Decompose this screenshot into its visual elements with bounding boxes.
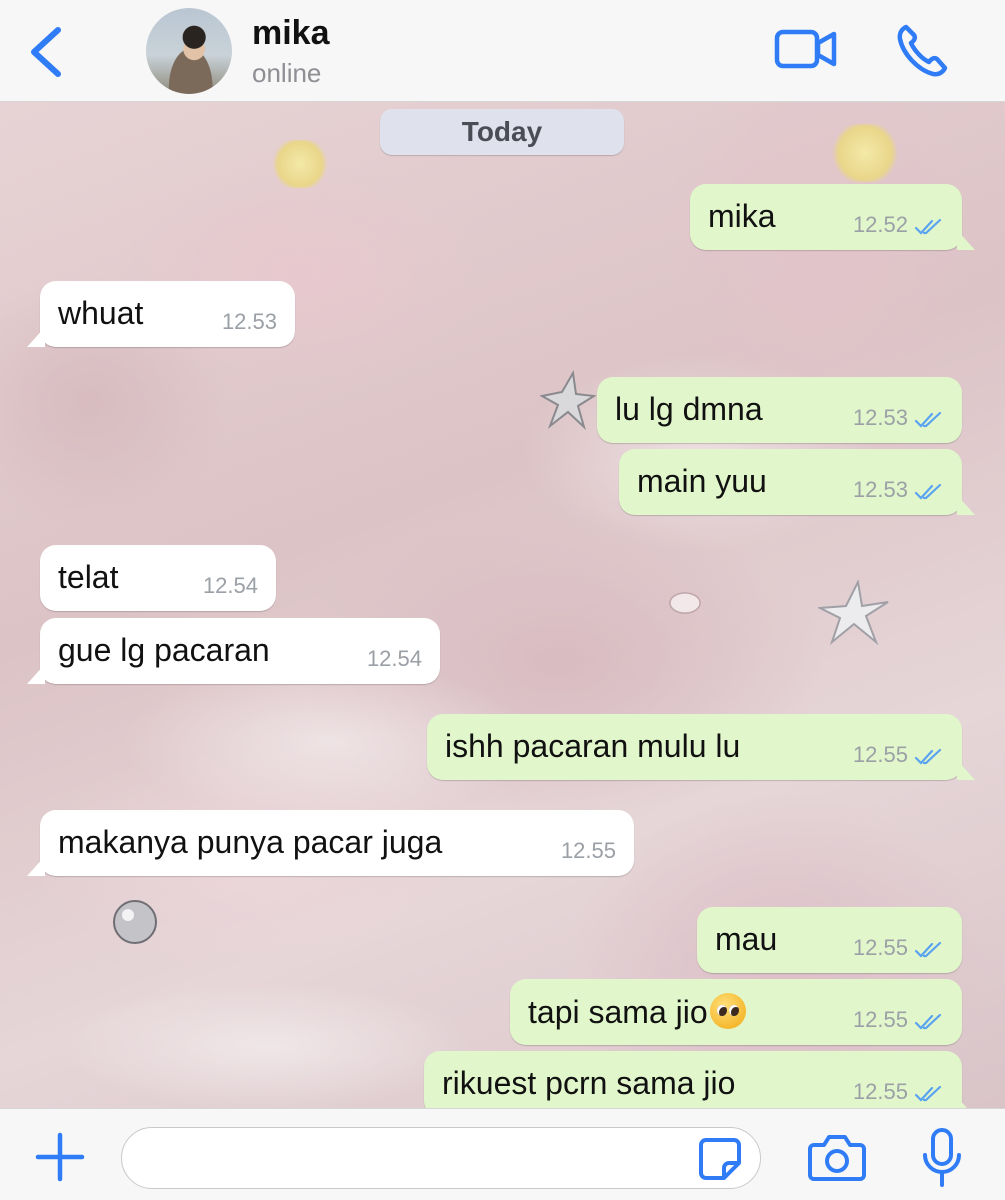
message-time: 12.55: [852, 935, 908, 960]
water-drop: [669, 592, 701, 614]
message-text: tapi sama jio: [528, 993, 746, 1031]
plus-icon[interactable]: [34, 1131, 86, 1183]
read-ticks-icon: [914, 1013, 942, 1030]
read-ticks-icon: [914, 483, 942, 500]
message-time: 12.53: [221, 309, 277, 334]
message-time: 12.55: [560, 838, 616, 863]
message-bubble-outgoing[interactable]: mika 12.52: [690, 184, 975, 250]
contact-status: online: [252, 58, 322, 88]
chat-header: mika online: [0, 0, 1005, 102]
message-text: makanya punya pacar juga: [58, 824, 443, 860]
message-text: main yuu: [637, 463, 767, 499]
message-time: 12.54: [202, 573, 258, 598]
video-call-icon[interactable]: [774, 26, 838, 72]
read-ticks-icon: [914, 218, 942, 235]
chevron-left-icon[interactable]: [22, 22, 72, 82]
message-bubble-outgoing[interactable]: lu lg dmna 12.53: [597, 377, 962, 443]
message-text: ishh pacaran mulu lu: [445, 728, 741, 764]
chat-wallpaper[interactable]: Today mika 12.52 whuat 12.53 lu lg dmna …: [0, 102, 1005, 1108]
read-ticks-icon: [914, 411, 942, 428]
message-bubble-incoming[interactable]: whuat 12.53: [27, 281, 295, 347]
rhinestone-sticker: [113, 900, 157, 944]
wallpaper-pollen: [832, 124, 898, 182]
message-bubble-outgoing[interactable]: ishh pacaran mulu lu 12.55: [427, 714, 975, 780]
message-text: mau: [715, 921, 778, 957]
message-time: 12.53: [852, 405, 908, 430]
message-text: mika: [708, 198, 776, 234]
message-time: 12.53: [852, 477, 908, 502]
message-bubble-outgoing[interactable]: rikuest pcrn sama jio 12.55: [424, 1051, 975, 1108]
read-ticks-icon: [914, 748, 942, 765]
wallpaper-highlight: [60, 982, 480, 1108]
message-bubble-outgoing[interactable]: main yuu 12.53: [619, 449, 975, 515]
wallpaper-pollen: [272, 140, 328, 188]
message-text: lu lg dmna: [615, 391, 763, 427]
read-ticks-icon: [914, 941, 942, 958]
message-text-content: tapi sama jio: [528, 994, 708, 1030]
message-bubble-incoming[interactable]: makanya punya pacar juga 12.55: [27, 810, 634, 876]
message-composer: [0, 1108, 1005, 1200]
read-ticks-icon: [914, 1085, 942, 1102]
message-text: rikuest pcrn sama jio: [442, 1065, 736, 1101]
message-time: 12.55: [852, 742, 908, 767]
star-sticker: [818, 580, 889, 646]
message-bubble-outgoing[interactable]: mau 12.55: [697, 907, 962, 973]
sticker-icon[interactable]: [698, 1137, 742, 1181]
star-sticker: [540, 370, 596, 430]
message-time: 12.55: [852, 1079, 908, 1104]
contact-name[interactable]: mika: [252, 14, 330, 53]
message-bubble-outgoing[interactable]: tapi sama jio 12.55: [510, 979, 962, 1045]
message-text: telat: [58, 559, 119, 595]
pleading-face-emoji-icon: [709, 993, 746, 1029]
message-time: 12.55: [852, 1007, 908, 1032]
date-chip: Today: [380, 109, 624, 155]
message-bubble-incoming[interactable]: gue lg pacaran 12.54: [27, 618, 440, 684]
phone-call-icon[interactable]: [896, 22, 948, 78]
message-input[interactable]: [121, 1127, 761, 1189]
camera-icon[interactable]: [808, 1131, 866, 1183]
message-text: gue lg pacaran: [58, 632, 270, 668]
avatar[interactable]: [146, 8, 232, 94]
microphone-icon[interactable]: [920, 1127, 964, 1189]
message-time: 12.54: [366, 646, 422, 671]
message-time: 12.52: [852, 212, 908, 237]
message-bubble-incoming[interactable]: telat 12.54: [40, 545, 276, 611]
message-text: whuat: [58, 295, 144, 331]
